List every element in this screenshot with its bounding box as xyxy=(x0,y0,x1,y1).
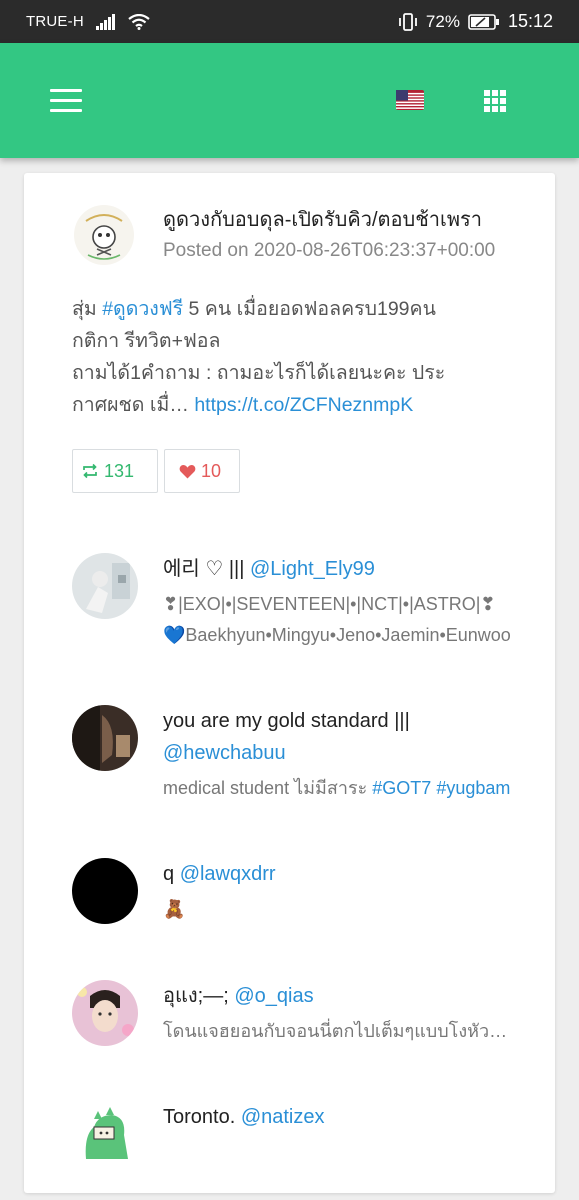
post-avatar[interactable] xyxy=(72,203,136,267)
post-body-line: ถามได้1คำถาม : ถามอะไรก็ได้เลยนะคะ ประ xyxy=(72,362,446,384)
post-body-line: สุ่ม #ดูดวงฟรี 5 คน เมื่อยอดฟอลครบ199คน xyxy=(72,293,512,325)
post-text: กาศผชด เมื่… xyxy=(72,394,195,416)
user-name: Toronto. @natizex xyxy=(163,1101,513,1133)
retweet-count: 131 xyxy=(104,460,135,481)
retweet-icon xyxy=(83,463,97,479)
avatar[interactable] xyxy=(72,980,138,1046)
display-name: q xyxy=(163,863,180,885)
status-bar: TRUE-H 72% 15:12 xyxy=(0,0,579,43)
avatar[interactable] xyxy=(72,858,138,924)
retweet-button[interactable]: 131 xyxy=(72,449,158,493)
avatar[interactable] xyxy=(72,705,138,771)
user-name: 에리 ♡ ||| @Light_Ely99 xyxy=(163,553,513,585)
hashtag-link[interactable]: #ดูดวงฟรี xyxy=(102,298,183,320)
hashtag-link[interactable]: #GOT7 #yugbam xyxy=(372,778,510,798)
grid-icon[interactable] xyxy=(484,90,506,112)
user-bio: โดนแจฮยอนกับจอนนี่ตกไปเต็มๆแบบโงหัวไม่ขึ… xyxy=(163,1021,513,1041)
us-flag-icon[interactable] xyxy=(396,90,424,110)
user-handle-link[interactable]: @hewchabuu xyxy=(163,742,286,764)
like-count: 10 xyxy=(201,460,222,481)
post-text: สุ่ม xyxy=(72,298,103,320)
like-button[interactable]: 10 xyxy=(164,449,240,493)
post-link[interactable]: https://t.co/ZCFNeznmpK xyxy=(194,394,413,416)
content-card: ดูดวงกับอบดุล-เปิดรับคิว/ตอบช้าเพรา Post… xyxy=(24,173,555,1193)
display-name: you are my gold standard ||| xyxy=(163,710,410,732)
user-handle-link[interactable]: @o_qias xyxy=(234,985,313,1007)
post-body-line: กติกา รีทวิต+ฟอล xyxy=(72,330,221,352)
bio-text: medical student ไม่มีสาระ xyxy=(163,778,373,798)
display-name: อุแง;—; xyxy=(163,985,235,1007)
heart-icon xyxy=(179,464,196,478)
user-handle-link[interactable]: @natizex xyxy=(241,1106,325,1128)
display-name: Toronto. xyxy=(163,1106,241,1128)
user-bio: 💙Baekhyun•Mingyu•Jeno•Jaemin•Eunwoo xyxy=(163,625,511,645)
user-bio: 🧸 xyxy=(163,899,186,919)
post-body-line: กาศผชด เมื่… https://t.co/ZCFNeznmpK xyxy=(72,389,512,421)
user-name: อุแง;—; @o_qias xyxy=(163,980,513,1012)
vibrate-icon xyxy=(399,12,417,31)
user-name: q @lawqxdrr xyxy=(163,858,513,890)
battery-icon xyxy=(468,13,499,30)
battery-percent: 72% xyxy=(425,11,460,31)
app-bar xyxy=(0,43,579,158)
signal-icon xyxy=(95,13,115,30)
user-bio: medical student ไม่มีสาระ #GOT7 #yugbam xyxy=(163,773,513,804)
user-handle-link[interactable]: @lawqxdrr xyxy=(180,863,276,885)
post-date: Posted on 2020-08-26T06:23:37+00:00 xyxy=(163,240,496,261)
avatar[interactable] xyxy=(72,553,138,619)
wifi-icon xyxy=(128,13,150,30)
post-text: 5 คน เมื่อยอดฟอลครบ199คน xyxy=(183,298,436,320)
user-name: you are my gold standard ||| @hewchabuu xyxy=(163,705,513,769)
avatar[interactable] xyxy=(72,1101,138,1167)
post-title[interactable]: ดูดวงกับอบดุล-เปิดรับคิว/ตอบช้าเพรา xyxy=(163,203,513,235)
user-handle-link[interactable]: @Light_Ely99 xyxy=(250,558,375,580)
hamburger-menu-icon[interactable] xyxy=(50,89,82,113)
post-body: สุ่ม #ดูดวงฟรี 5 คน เมื่อยอดฟอลครบ199คน … xyxy=(72,293,512,421)
clock-time: 15:12 xyxy=(507,11,553,31)
user-bio: ❣|EXO|•|SEVENTEEN|•|NCT|•|ASTRO|❣ xyxy=(163,594,496,614)
display-name: 에리 ♡ ||| xyxy=(163,558,250,580)
carrier-name: TRUE-H xyxy=(26,13,84,30)
